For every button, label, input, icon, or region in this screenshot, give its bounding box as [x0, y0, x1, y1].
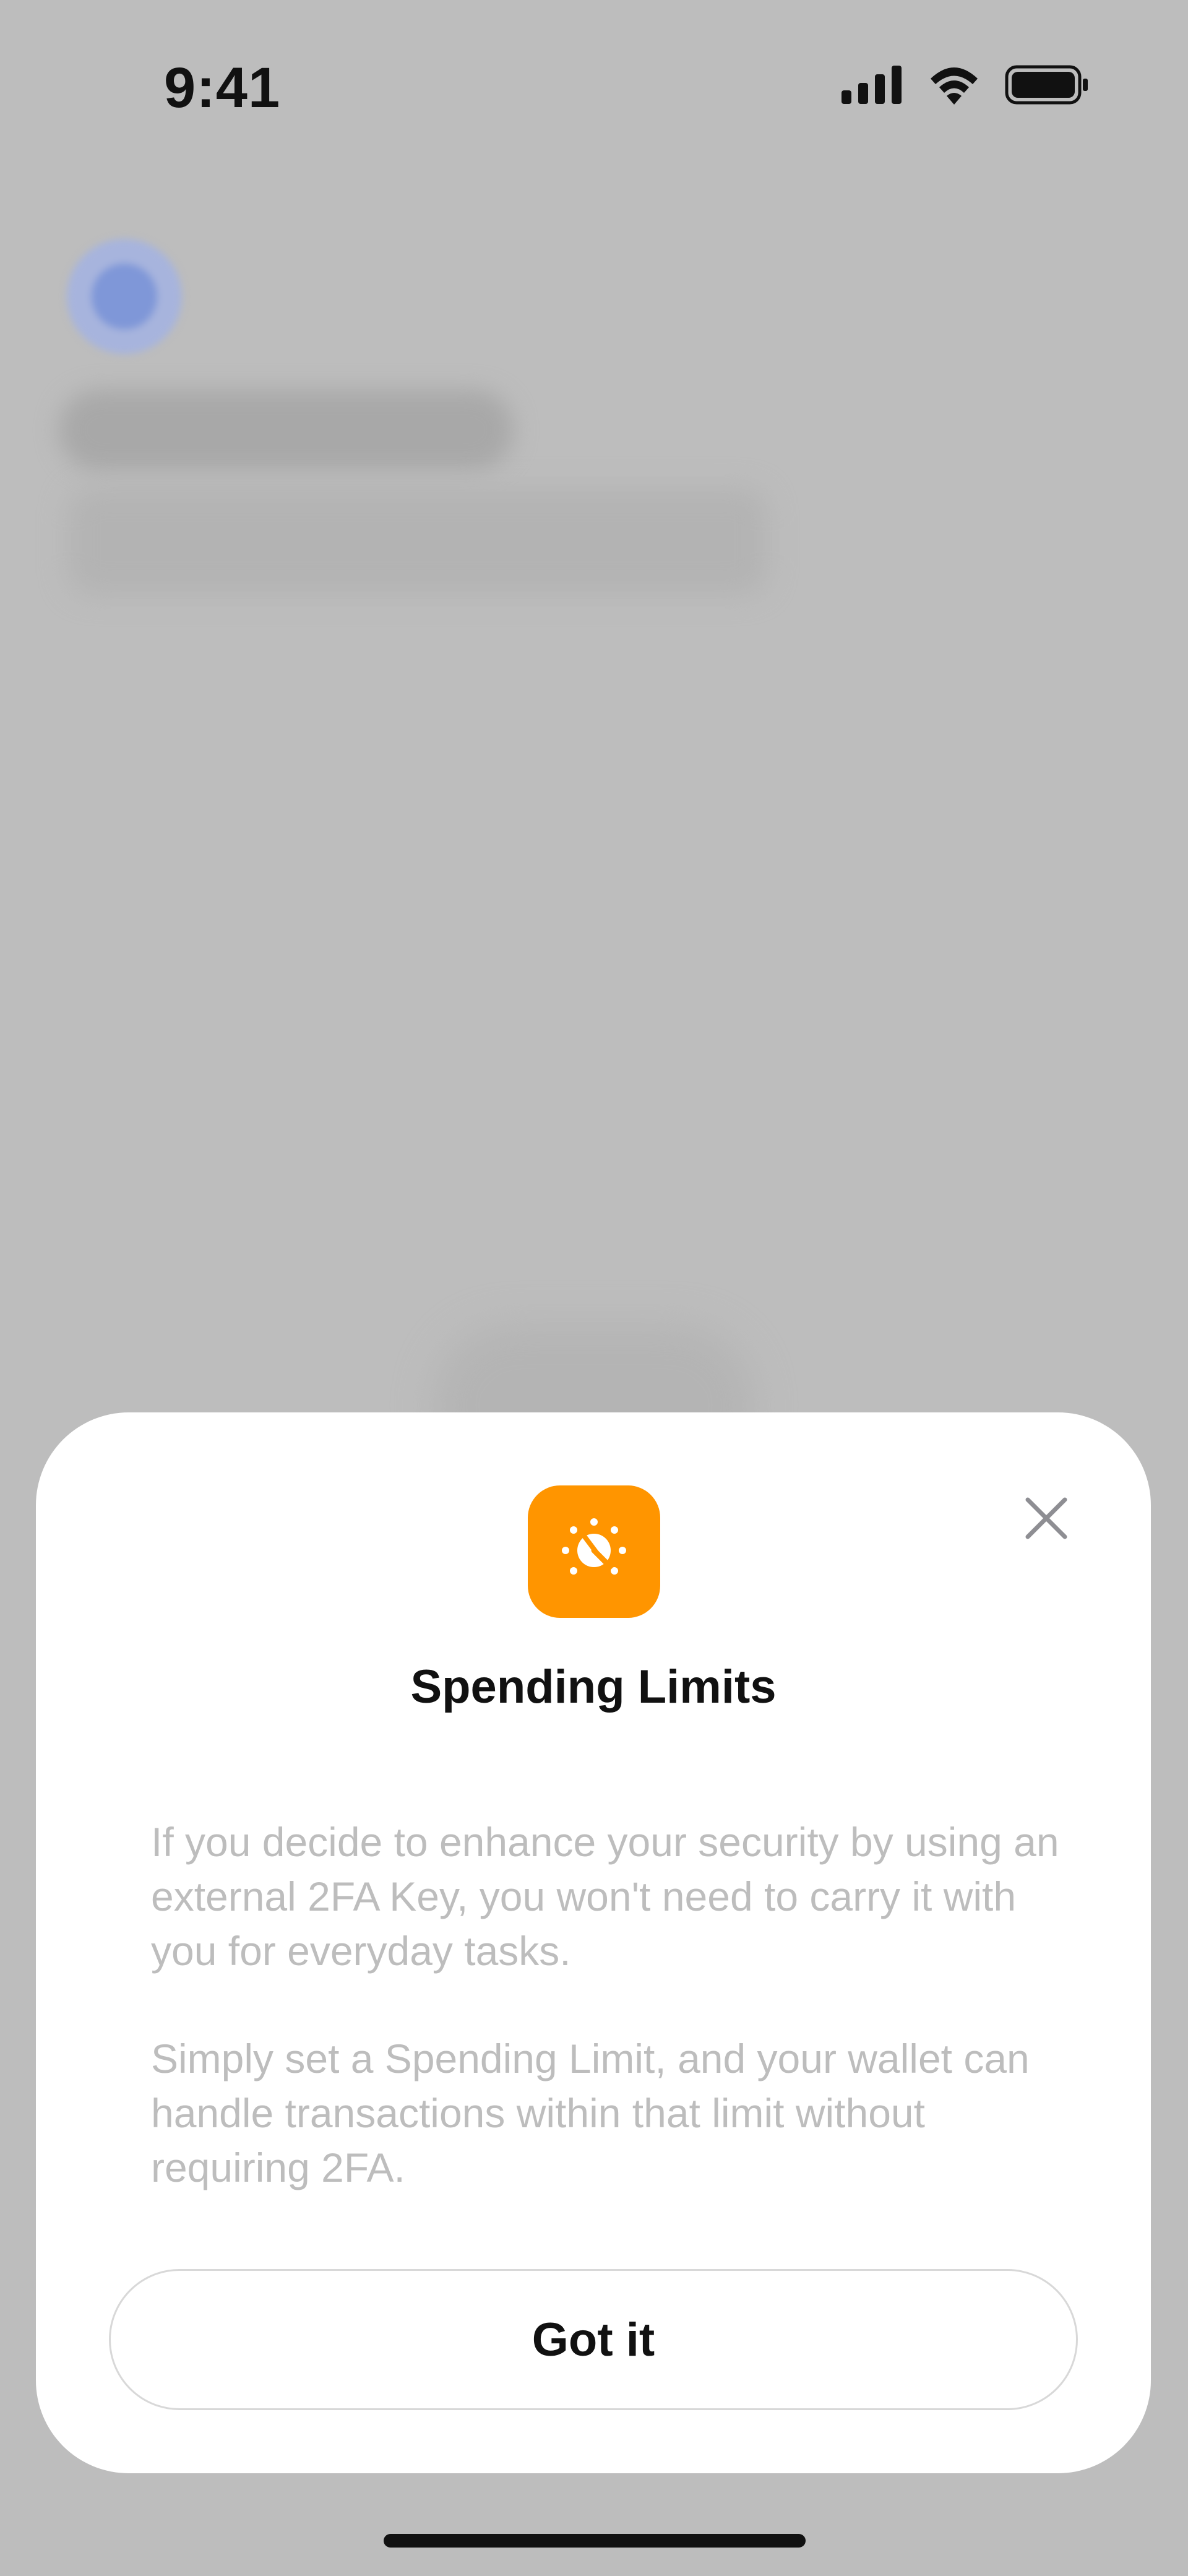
- spending-limits-sheet: Spending Limits If you decide to enhance…: [36, 1412, 1151, 2473]
- speedometer-gauge-icon: [557, 1513, 631, 1591]
- status-time: 9:41: [164, 56, 281, 119]
- background-content: [0, 0, 1188, 1485]
- wifi-icon: [927, 65, 981, 108]
- cellular-signal-icon: [842, 66, 903, 107]
- blurred-avatar: [67, 239, 182, 354]
- sheet-title: Spending Limits: [410, 1661, 777, 1713]
- blurred-account-details: [68, 489, 767, 594]
- got-it-button[interactable]: Got it: [109, 2269, 1078, 2410]
- status-bar: 9:41: [0, 0, 1188, 173]
- close-button[interactable]: [1012, 1485, 1080, 1554]
- sheet-description: If you decide to enhance your security b…: [151, 1815, 1061, 2195]
- spending-limit-app-icon: [528, 1485, 660, 1618]
- blurred-account-name: [59, 390, 514, 470]
- battery-icon: [1005, 65, 1089, 108]
- description-paragraph-2: Simply set a Spending Limit, and your wa…: [151, 2036, 1030, 2190]
- close-icon: [1024, 1496, 1069, 1544]
- description-paragraph-1: If you decide to enhance your security b…: [151, 1819, 1059, 1974]
- home-indicator[interactable]: [384, 2534, 806, 2548]
- status-icons: [842, 65, 1089, 108]
